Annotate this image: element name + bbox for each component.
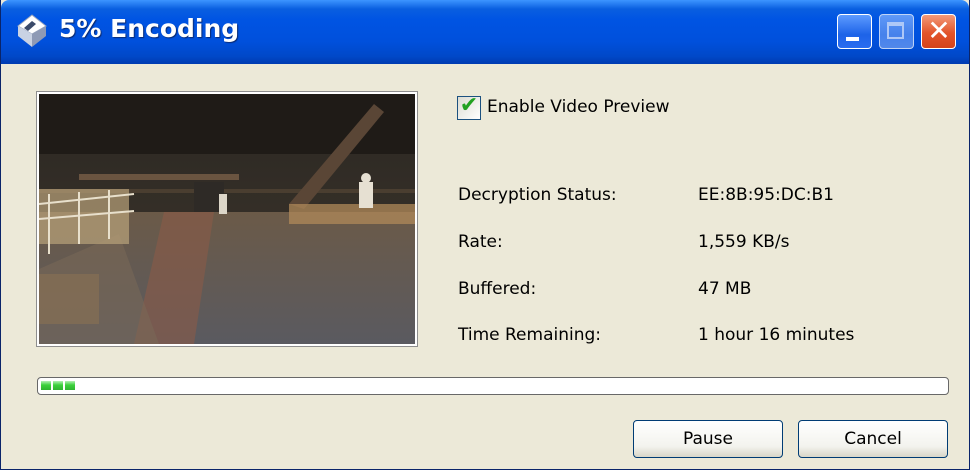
time-remaining-label: Time Remaining: [458, 325, 602, 345]
buffered-label: Buffered: [458, 279, 537, 299]
decryption-status-label: Decryption Status: [458, 185, 617, 205]
enable-preview-label[interactable]: Enable Video Preview [487, 97, 670, 117]
time-remaining-value: 1 hour 16 minutes [698, 325, 855, 345]
minimize-icon [846, 37, 859, 41]
progress-segment [65, 381, 75, 390]
enable-preview-checkbox[interactable]: ✔ [457, 93, 481, 120]
progress-bar [37, 377, 949, 395]
window-title: 5% Encoding [59, 14, 240, 43]
title-bar[interactable]: 5% Encoding ✕ [1, 0, 969, 64]
rate-value: 1,559 KB/s [698, 232, 790, 252]
close-button[interactable]: ✕ [921, 14, 956, 49]
progress-segment [41, 381, 51, 390]
progress-segment [53, 381, 63, 390]
video-frame-image [39, 94, 415, 344]
rate-label: Rate: [458, 232, 503, 252]
encoding-dialog: 5% Encoding ✕ ✔ Enable Video Preview Dec… [0, 0, 970, 470]
minimize-button[interactable] [837, 14, 872, 49]
maximize-button[interactable] [879, 14, 914, 49]
buffered-value: 47 MB [698, 279, 752, 299]
close-icon: ✕ [927, 14, 951, 47]
cancel-button[interactable]: Cancel [798, 420, 948, 458]
video-preview [36, 91, 418, 347]
decryption-status-value: EE:8B:95:DC:B1 [698, 185, 834, 205]
pause-button[interactable]: Pause [633, 420, 783, 458]
maximize-icon [887, 22, 904, 39]
app-icon [17, 14, 47, 47]
checkmark-icon: ✔ [459, 93, 479, 118]
